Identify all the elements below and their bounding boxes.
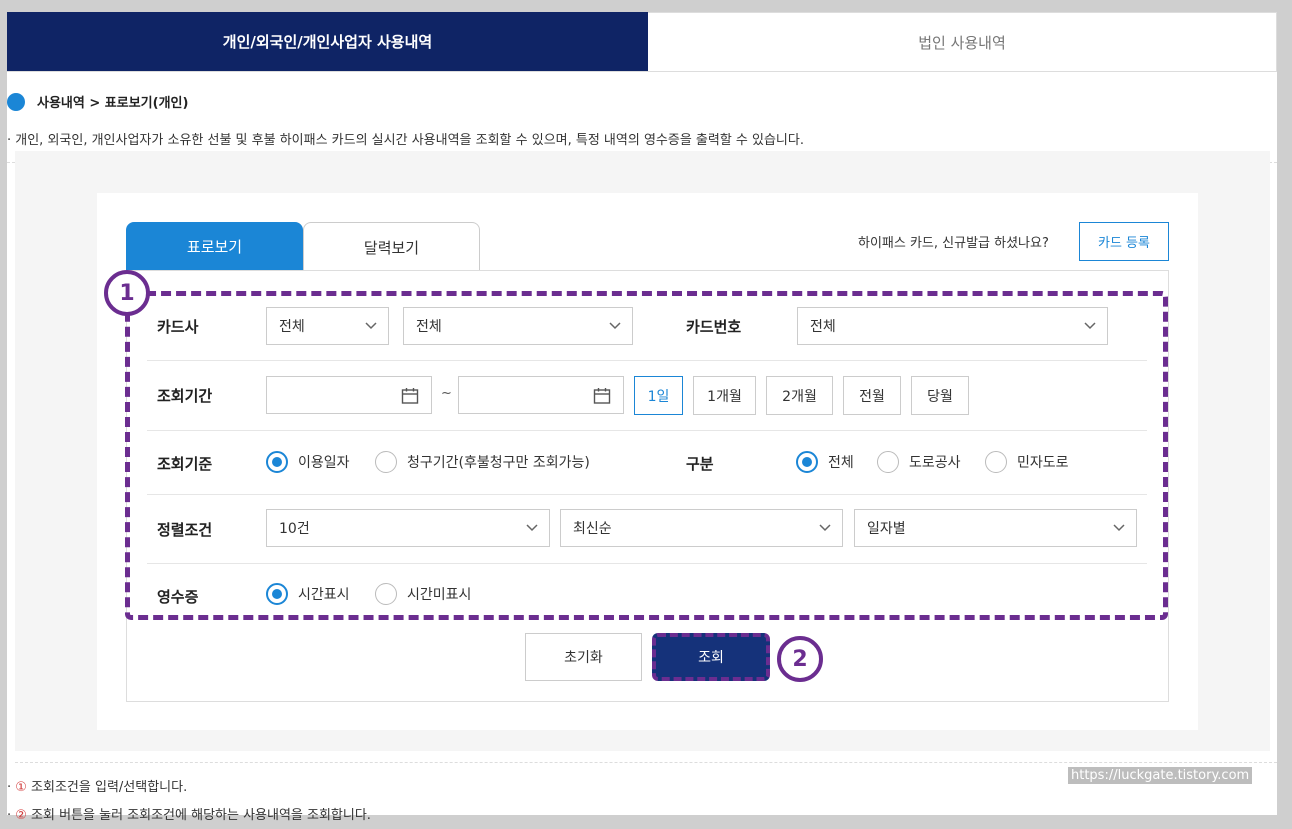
radio-checked-icon: [266, 451, 288, 473]
top-tabs: 개인/외국인/개인사업자 사용내역 법인 사용내역: [7, 12, 1277, 72]
card-company-detail-value: 전체: [416, 319, 442, 335]
radio-unchecked-icon: [985, 451, 1007, 473]
sort-group-select[interactable]: 일자별: [854, 509, 1137, 547]
card-number-label: 카드번호: [686, 318, 742, 336]
chevron-down-icon: [365, 322, 377, 330]
radio-checked-icon: [266, 583, 288, 605]
radio-unchecked-icon: [375, 583, 397, 605]
note-number: ②: [15, 808, 27, 823]
sort-order-select[interactable]: 최신순: [560, 509, 843, 547]
start-date-input[interactable]: [266, 376, 432, 414]
division-private-road-label: 민자도로: [1017, 455, 1069, 471]
divider: [15, 762, 1277, 763]
sort-count-value: 10건: [279, 521, 310, 537]
radio-checked-icon: [796, 451, 818, 473]
card-number-select[interactable]: 전체: [797, 307, 1108, 345]
card-company-select-value: 전체: [279, 319, 305, 335]
annotation-badge-2: 2: [777, 636, 823, 682]
receipt-show-time-radio[interactable]: 시간표시: [266, 583, 350, 605]
new-card-prompt: 하이패스 카드, 신규발급 하셨나요?: [858, 236, 1049, 251]
division-label: 구분: [686, 455, 714, 473]
criteria-label: 조회기준: [157, 455, 213, 473]
chevron-down-icon: [1113, 524, 1125, 532]
criteria-billing-period-label: 청구기간(후불청구만 조회가능): [407, 455, 590, 471]
receipt-label: 영수증: [157, 588, 199, 606]
radio-unchecked-icon: [877, 451, 899, 473]
calendar-icon[interactable]: [593, 387, 611, 405]
receipt-hide-time-label: 시간미표시: [407, 587, 472, 603]
period-label: 조회기간: [157, 387, 213, 405]
criteria-usage-date-radio[interactable]: 이용일자: [266, 451, 350, 473]
row-divider: [147, 563, 1147, 564]
calendar-icon[interactable]: [401, 387, 419, 405]
chevron-down-icon: [1084, 322, 1096, 330]
chevron-down-icon: [526, 524, 538, 532]
breadcrumb-text: 사용내역 > 표로보기(개인): [37, 96, 189, 111]
tab-calendar-view[interactable]: 달력보기: [303, 222, 480, 271]
period-1month-button[interactable]: 1개월: [693, 376, 756, 415]
card-company-select[interactable]: 전체: [266, 307, 389, 345]
watermark: https://luckgate.tistory.com: [1068, 767, 1253, 784]
note-number: ①: [15, 780, 27, 795]
sort-order-value: 최신순: [573, 521, 612, 537]
annotation-badge-1: 1: [104, 270, 150, 316]
period-this-month-button[interactable]: 당월: [911, 376, 969, 415]
date-range-separator: ~: [441, 386, 452, 401]
tab-corporate-usage[interactable]: 법인 사용내역: [648, 12, 1277, 71]
period-2month-button[interactable]: 2개월: [766, 376, 833, 415]
division-all-radio[interactable]: 전체: [796, 451, 854, 473]
receipt-show-time-label: 시간표시: [298, 587, 350, 603]
note-item: · ② 조회 버튼을 눌러 조회조건에 해당하는 사용내역을 조회합니다.: [7, 804, 371, 823]
row-divider: [147, 494, 1147, 495]
criteria-usage-date-label: 이용일자: [298, 455, 350, 471]
note-text: 조회조건을 입력/선택합니다.: [26, 780, 188, 795]
card-number-value: 전체: [810, 319, 836, 335]
row-divider: [147, 430, 1147, 431]
card-company-label: 카드사: [157, 318, 199, 336]
search-button[interactable]: 조회: [652, 633, 770, 681]
chevron-down-icon: [819, 524, 831, 532]
reset-button[interactable]: 초기화: [525, 633, 642, 681]
card-register-button[interactable]: 카드 등록: [1079, 222, 1169, 261]
division-expressway-radio[interactable]: 도로공사: [877, 451, 961, 473]
chevron-down-icon: [609, 322, 621, 330]
sort-count-select[interactable]: 10건: [266, 509, 550, 547]
period-last-month-button[interactable]: 전월: [843, 376, 901, 415]
period-1day-button[interactable]: 1일: [634, 376, 683, 415]
card-company-detail-select[interactable]: 전체: [403, 307, 633, 345]
bullet-icon: [7, 92, 25, 111]
division-expressway-label: 도로공사: [909, 455, 961, 471]
sort-label: 정렬조건: [157, 521, 213, 539]
division-all-label: 전체: [828, 455, 854, 471]
division-private-road-radio[interactable]: 민자도로: [985, 451, 1069, 473]
row-divider: [147, 360, 1147, 361]
receipt-hide-time-radio[interactable]: 시간미표시: [375, 583, 471, 605]
criteria-billing-period-radio[interactable]: 청구기간(후불청구만 조회가능): [375, 451, 590, 473]
note-text: 조회 버튼을 눌러 조회조건에 해당하는 사용내역을 조회합니다.: [26, 808, 371, 823]
breadcrumb: 사용내역 > 표로보기(개인): [7, 92, 188, 111]
tab-table-view[interactable]: 표로보기: [126, 222, 303, 271]
tab-personal-usage[interactable]: 개인/외국인/개인사업자 사용내역: [7, 12, 648, 71]
sort-group-value: 일자별: [867, 521, 906, 537]
note-item: · ① 조회조건을 입력/선택합니다.: [7, 776, 187, 795]
end-date-input[interactable]: [458, 376, 624, 414]
page-description: · 개인, 외국인, 개인사업자가 소유한 선불 및 후불 하이패스 카드의 실…: [7, 133, 804, 148]
radio-unchecked-icon: [375, 451, 397, 473]
